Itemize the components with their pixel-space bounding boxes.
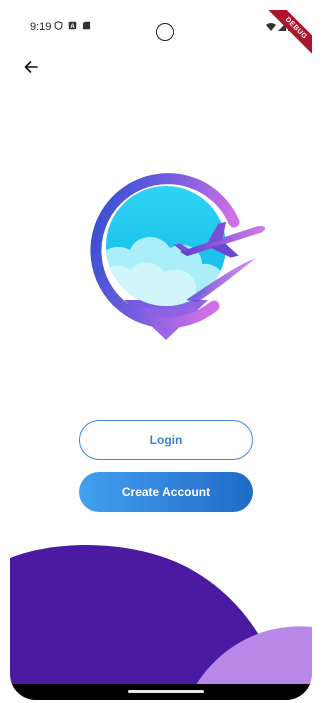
navigation-bar <box>10 684 312 700</box>
svg-text:A: A <box>70 23 75 30</box>
device-frame: 9:19 A DEBUG Login Create Account <box>0 0 322 703</box>
a-icon: A <box>68 21 77 30</box>
camera-cutout <box>156 23 174 41</box>
arrow-left-icon <box>24 61 38 73</box>
create-account-button[interactable]: Create Account <box>79 472 253 512</box>
login-button[interactable]: Login <box>79 420 253 460</box>
create-account-button-label: Create Account <box>121 485 211 499</box>
debug-banner: DEBUG <box>262 10 312 60</box>
decorative-waves <box>10 544 312 700</box>
shield-icon <box>54 21 63 30</box>
status-time: 9:19 <box>30 21 52 33</box>
login-button-label: Login <box>149 433 183 447</box>
home-gesture-handle[interactable] <box>128 690 204 693</box>
app-screen: 9:19 A DEBUG Login Create Account <box>10 10 312 700</box>
back-button[interactable] <box>20 56 42 78</box>
travel-pin-airplane-logo <box>90 173 266 340</box>
debug-ribbon-label: DEBUG <box>263 10 312 60</box>
sd-card-icon <box>82 21 91 30</box>
